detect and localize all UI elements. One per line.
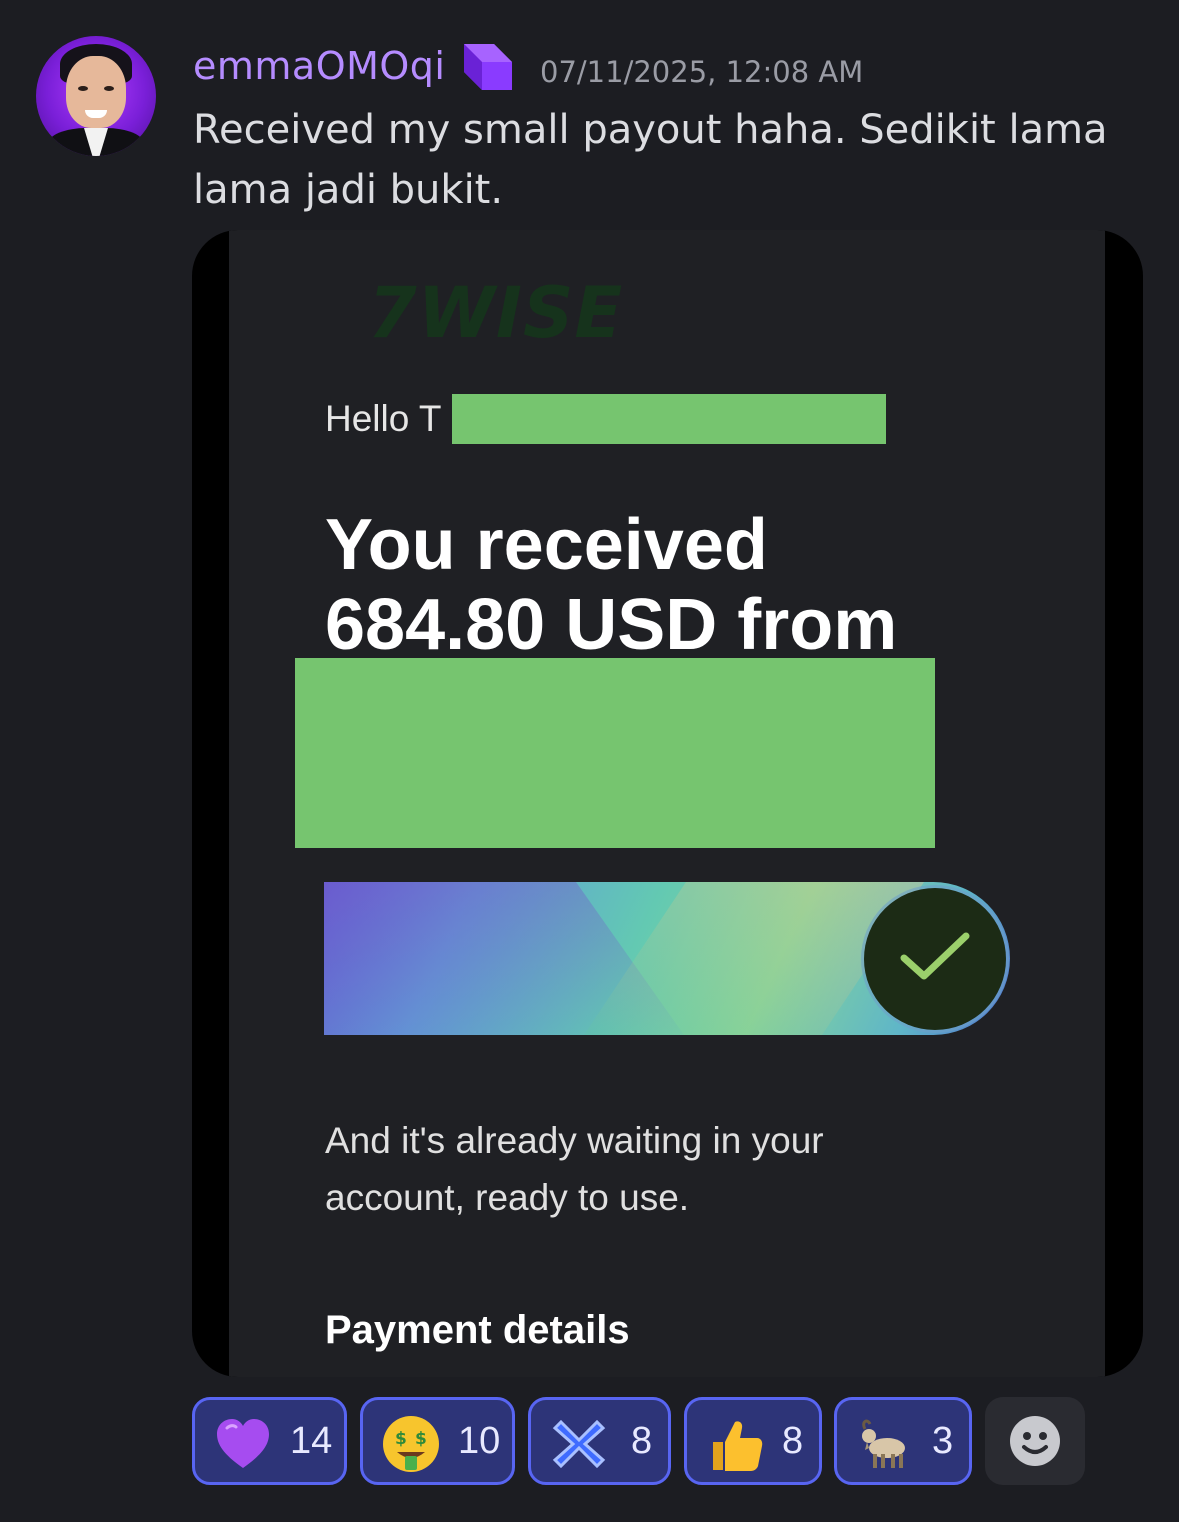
avatar-eye — [78, 86, 88, 91]
payment-details-heading: Payment details — [325, 1308, 630, 1352]
email-greeting: Hello T — [325, 398, 442, 439]
message-text: Received my small payout haha. Sedikit l… — [193, 107, 1108, 213]
checkmark-icon — [900, 932, 970, 980]
money-mouth-face-icon: $ $ — [383, 1416, 439, 1472]
goat-icon — [862, 1419, 905, 1468]
wise-logo: 7WISE — [368, 272, 624, 354]
svg-text:$: $ — [395, 1429, 407, 1449]
purple-heart-icon — [217, 1419, 269, 1468]
add-reaction-smiley-icon — [1010, 1416, 1060, 1466]
email-body-text: And it's already waiting in your account… — [325, 1120, 824, 1218]
purple-cube-badge-icon — [464, 44, 512, 90]
avatar-eye — [104, 86, 114, 91]
add-reaction-button[interactable] — [985, 1397, 1085, 1485]
svg-text:$: $ — [415, 1429, 427, 1449]
email-headline: You received 684.80 USD from — [325, 505, 898, 665]
thumbs-up-icon — [713, 1421, 763, 1471]
message-timestamp: 07/11/2025, 12:08 AM — [540, 55, 864, 89]
reaction-count: 8 — [631, 1420, 653, 1462]
reaction-count: 14 — [290, 1420, 333, 1462]
blue-x-logo-icon — [552, 1419, 606, 1469]
redaction-box — [452, 394, 886, 444]
reaction-count: 10 — [458, 1420, 501, 1462]
reaction-money-mouth[interactable]: $ $ 10 — [360, 1397, 515, 1485]
check-badge — [864, 888, 1006, 1030]
reaction-purple-heart[interactable]: 14 — [192, 1397, 347, 1485]
reaction-x-logo[interactable]: 8 — [528, 1397, 671, 1485]
reaction-count: 3 — [932, 1420, 954, 1462]
reaction-thumbs-up[interactable]: 8 — [684, 1397, 822, 1485]
reaction-count: 8 — [782, 1420, 804, 1462]
reaction-goat[interactable]: 3 — [834, 1397, 972, 1485]
redaction-box — [295, 658, 935, 848]
user-avatar[interactable] — [36, 36, 156, 156]
author-name[interactable]: emmaOMOqi — [193, 44, 445, 88]
